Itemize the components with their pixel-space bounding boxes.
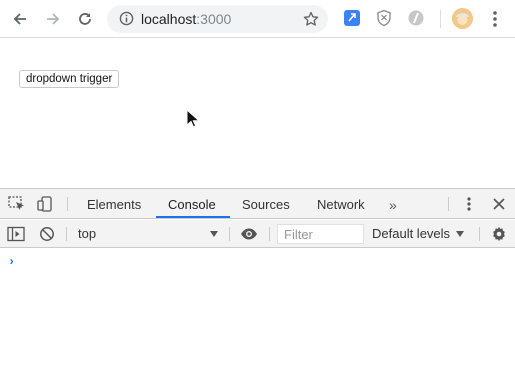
context-selector[interactable]: top — [78, 226, 96, 241]
url-host: localhost — [141, 11, 197, 27]
devtools-tabbar: Elements Console Sources Network » — [0, 189, 515, 219]
tab-elements[interactable]: Elements — [87, 189, 141, 219]
forward-arrow-icon — [47, 13, 60, 25]
tab-console[interactable]: Console — [168, 189, 216, 219]
levels-dropdown-arrow-icon[interactable] — [456, 231, 464, 237]
more-tabs-button[interactable]: » — [389, 197, 397, 213]
profile-avatar-icon — [452, 8, 473, 29]
log-levels-dropdown[interactable]: Default levels — [372, 226, 450, 241]
console-output[interactable]: › — [0, 249, 515, 374]
close-icon[interactable] — [490, 196, 508, 212]
reload-icon — [79, 13, 91, 25]
browser-toolbar: localhost:3000 — [0, 0, 515, 38]
kebab-menu-icon[interactable] — [487, 9, 503, 29]
toolbar-divider — [67, 197, 68, 211]
toolbar-divider — [66, 227, 67, 241]
toolbar-divider — [440, 10, 441, 28]
url-port: :3000 — [196, 11, 232, 27]
context-dropdown-arrow-icon[interactable] — [210, 231, 218, 237]
tab-sources[interactable]: Sources — [242, 189, 290, 219]
avatar[interactable] — [452, 8, 473, 29]
console-prompt-icon[interactable]: › — [8, 255, 15, 269]
shield-extension-icon[interactable] — [375, 9, 393, 27]
dropdown-trigger-button[interactable]: dropdown trigger — [19, 70, 120, 88]
forward-button[interactable] — [41, 7, 65, 31]
console-toolbar: top Filter Default levels — [0, 220, 515, 248]
eye-icon[interactable] — [240, 226, 258, 242]
url-text: localhost:3000 — [141, 11, 231, 27]
address-bar[interactable]: localhost:3000 — [107, 5, 328, 33]
blue-extension-icon[interactable] — [343, 9, 361, 27]
toolbar-divider — [269, 227, 270, 241]
inspect-element-icon[interactable] — [8, 196, 26, 212]
back-button[interactable] — [8, 7, 32, 31]
page-content: dropdown trigger — [0, 39, 515, 188]
reload-button[interactable] — [73, 7, 97, 31]
clear-console-icon[interactable] — [38, 226, 56, 242]
active-tab-indicator — [156, 216, 230, 218]
info-icon[interactable] — [119, 11, 134, 26]
star-icon[interactable] — [303, 11, 319, 27]
toolbar-divider — [448, 197, 449, 211]
mouse-cursor-icon — [186, 109, 200, 128]
show-sidebar-icon[interactable] — [7, 226, 25, 242]
tab-network[interactable]: Network — [317, 189, 365, 219]
toolbar-divider — [229, 227, 230, 241]
device-toolbar-icon[interactable] — [37, 196, 55, 212]
devtools-panel: Elements Console Sources Network » top F… — [0, 188, 515, 374]
devtools-menu-icon[interactable] — [460, 196, 478, 212]
gray-extension-icon[interactable] — [407, 9, 425, 27]
gear-icon[interactable] — [490, 226, 508, 242]
filter-input[interactable]: Filter — [277, 224, 364, 244]
back-arrow-icon — [13, 13, 26, 25]
toolbar-divider — [479, 227, 480, 241]
